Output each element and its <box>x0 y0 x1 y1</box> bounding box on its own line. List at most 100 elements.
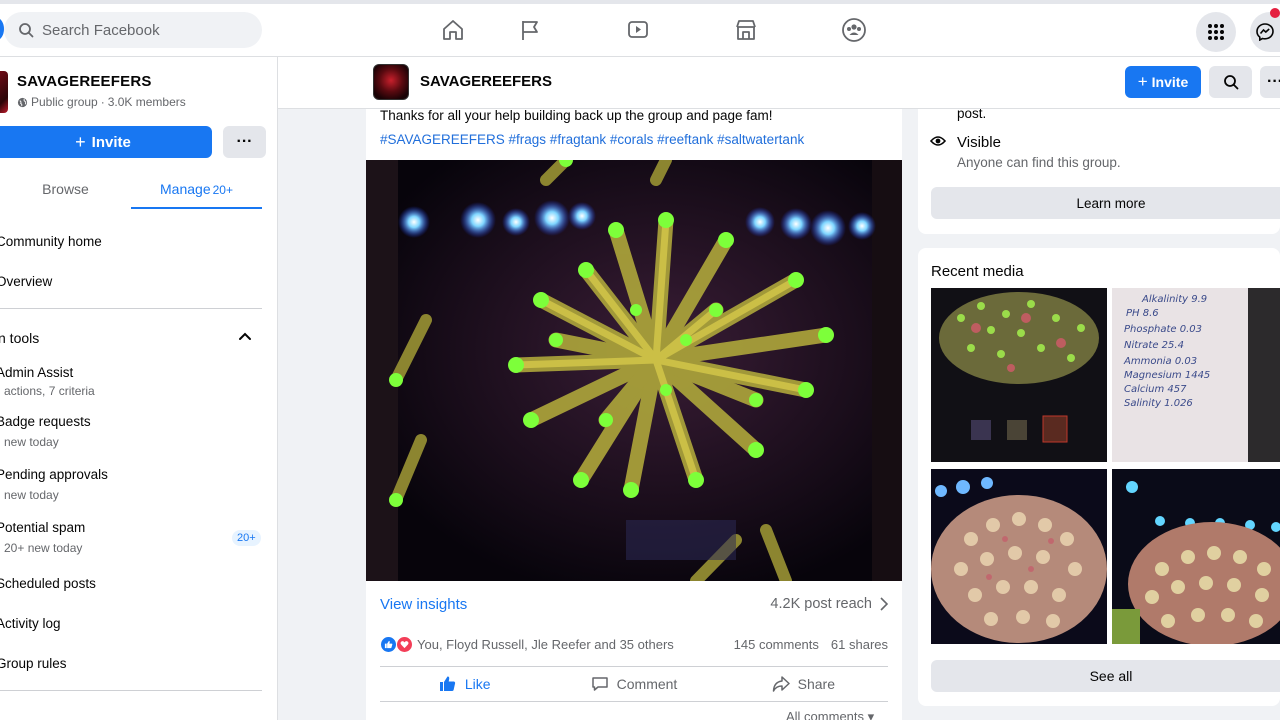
messenger-icon <box>1256 23 1274 41</box>
sidebar-item-badge-requests[interactable]: Badge requests <box>0 414 91 429</box>
pending-approvals-sub: new today <box>4 488 59 502</box>
media-thumb[interactable] <box>931 469 1107 644</box>
plus-icon: + <box>1137 72 1148 91</box>
note-line: Phosphate 0.03 <box>1124 324 1202 335</box>
header-search-button[interactable] <box>1209 66 1252 98</box>
see-all-media-button[interactable]: See all <box>931 660 1280 692</box>
like-label: Like <box>464 676 491 692</box>
like-button[interactable]: Like <box>380 667 549 701</box>
comments-count[interactable]: 145 comments <box>734 637 819 652</box>
love-reaction-icon <box>396 635 413 653</box>
media-thumb[interactable]: Alkalinity 9.9 PH 8.6 Phosphate 0.03 Nit… <box>1112 288 1280 462</box>
comments-filter[interactable]: All comments ▾ <box>786 709 874 720</box>
sidebar-item-group-rules[interactable]: Group rules <box>0 656 67 671</box>
coral-dome-photo <box>931 469 1107 644</box>
sidebar-tabs: Browse Manage 20+ <box>0 173 262 209</box>
potential-spam-sub: 20+ new today <box>4 541 83 555</box>
post-text: Thanks for all your help building back u… <box>380 108 773 123</box>
sidebar-item-overview[interactable]: Overview <box>0 274 52 289</box>
more-options-button[interactable]: ··· <box>223 126 266 158</box>
media-thumb[interactable] <box>931 288 1107 462</box>
sidebar-item-scheduled-posts[interactable]: Scheduled posts <box>0 576 96 591</box>
search-placeholder: Search Facebook <box>42 21 160 39</box>
plus-icon: + <box>75 132 86 152</box>
group-sticky-header: SAVAGEREEFERS + Invite ··· <box>278 57 1280 109</box>
header-invite-button[interactable]: + Invite <box>1125 66 1201 98</box>
spam-count-badge: 20+ <box>232 530 261 546</box>
sidebar-item-activity-log[interactable]: Activity log <box>0 616 61 631</box>
tab-browse[interactable]: Browse <box>0 173 131 209</box>
sidebar-item-potential-spam[interactable]: Potential spam <box>0 520 85 535</box>
group-post: Thanks for all your help building back u… <box>366 108 902 720</box>
insights-row: View insights 4.2K post reach <box>380 593 888 615</box>
tab-count: 20+ <box>212 183 233 197</box>
comment-button[interactable]: Comment <box>549 667 718 701</box>
divider <box>0 690 262 691</box>
nav-groups[interactable] <box>800 10 908 50</box>
tab-label: Manage <box>160 181 211 197</box>
messenger-button[interactable] <box>1250 8 1280 52</box>
chevron-up-icon[interactable] <box>238 331 252 341</box>
divider <box>0 308 262 309</box>
coral-colony-photo <box>931 288 1107 462</box>
shares-count[interactable]: 61 shares <box>831 637 888 652</box>
tab-manage[interactable]: Manage 20+ <box>131 173 262 209</box>
invite-button[interactable]: + Invite <box>0 126 212 158</box>
menu-button[interactable] <box>1196 12 1236 52</box>
coral-dome-photo <box>1112 469 1280 644</box>
header-more-button[interactable]: ··· <box>1260 66 1280 98</box>
video-icon <box>628 21 648 38</box>
groups-icon <box>842 18 866 42</box>
meta-separator: · <box>100 95 105 109</box>
group-meta: Public group · 3.0K members <box>17 95 186 109</box>
visible-title: Visible <box>957 134 1001 151</box>
flag-icon <box>522 21 538 40</box>
note-line: Nitrate 25.4 <box>1124 340 1184 351</box>
chevron-right-icon <box>880 597 888 611</box>
group-header-avatar[interactable] <box>373 64 409 100</box>
group-header-name[interactable]: SAVAGEREEFERS <box>420 73 552 90</box>
nav-marketplace[interactable] <box>692 10 800 50</box>
top-navigation-bar: Search Facebook <box>0 0 1280 57</box>
admin-sidebar: SAVAGEREEFERS Public group · 3.0K member… <box>0 57 278 720</box>
share-button[interactable]: Share <box>719 667 888 701</box>
badge-requests-sub: new today <box>4 435 59 449</box>
note-line: Magnesium 1445 <box>1124 370 1210 381</box>
group-members: 3.0K members <box>107 95 186 109</box>
nav-home[interactable] <box>430 10 476 50</box>
learn-more-button[interactable]: Learn more <box>931 187 1280 219</box>
nav-pages[interactable] <box>476 10 584 50</box>
note-line: Salinity 1.026 <box>1124 398 1193 409</box>
reactions-row: You, Floyd Russell, Jle Reefer and 35 ot… <box>380 634 888 654</box>
post-actions: Like Comment Share <box>380 666 888 702</box>
share-icon <box>772 676 790 692</box>
home-icon <box>443 20 463 40</box>
eye-icon <box>930 136 946 146</box>
like-reaction-icon <box>380 635 397 653</box>
nav-watch[interactable] <box>584 10 692 50</box>
post-reach[interactable]: 4.2K post reach <box>770 596 888 612</box>
caret-down-icon: ▾ <box>867 709 875 720</box>
search-icon <box>1223 75 1238 90</box>
group-name[interactable]: SAVAGEREEFERS <box>17 73 152 90</box>
reactions-summary[interactable]: You, Floyd Russell, Jle Reefer and 35 ot… <box>380 635 674 653</box>
sidebar-item-pending-approvals[interactable]: Pending approvals <box>0 467 108 482</box>
view-insights-link[interactable]: View insights <box>380 596 467 613</box>
marketplace-icon <box>736 20 756 40</box>
search-input[interactable]: Search Facebook <box>4 12 262 48</box>
admin-tools-heading[interactable]: n tools <box>0 330 39 346</box>
group-avatar[interactable] <box>0 71 8 113</box>
comment-icon <box>591 677 608 691</box>
post-reach-value: 4.2K post reach <box>770 596 872 612</box>
comment-label: Comment <box>616 676 678 692</box>
recent-media-title: Recent media <box>931 263 1024 280</box>
search-icon <box>19 23 34 38</box>
tab-label: Browse <box>42 181 89 197</box>
post-hashtags[interactable]: #SAVAGEREEFERS #frags #fragtank #corals … <box>380 132 804 147</box>
main-nav <box>430 10 908 50</box>
media-thumb[interactable] <box>1112 469 1280 644</box>
group-privacy: Public group <box>31 95 98 109</box>
sidebar-item-community-home[interactable]: Community home <box>0 234 102 249</box>
sidebar-item-admin-assist[interactable]: Admin Assist <box>0 365 73 380</box>
post-photo[interactable] <box>366 160 902 581</box>
